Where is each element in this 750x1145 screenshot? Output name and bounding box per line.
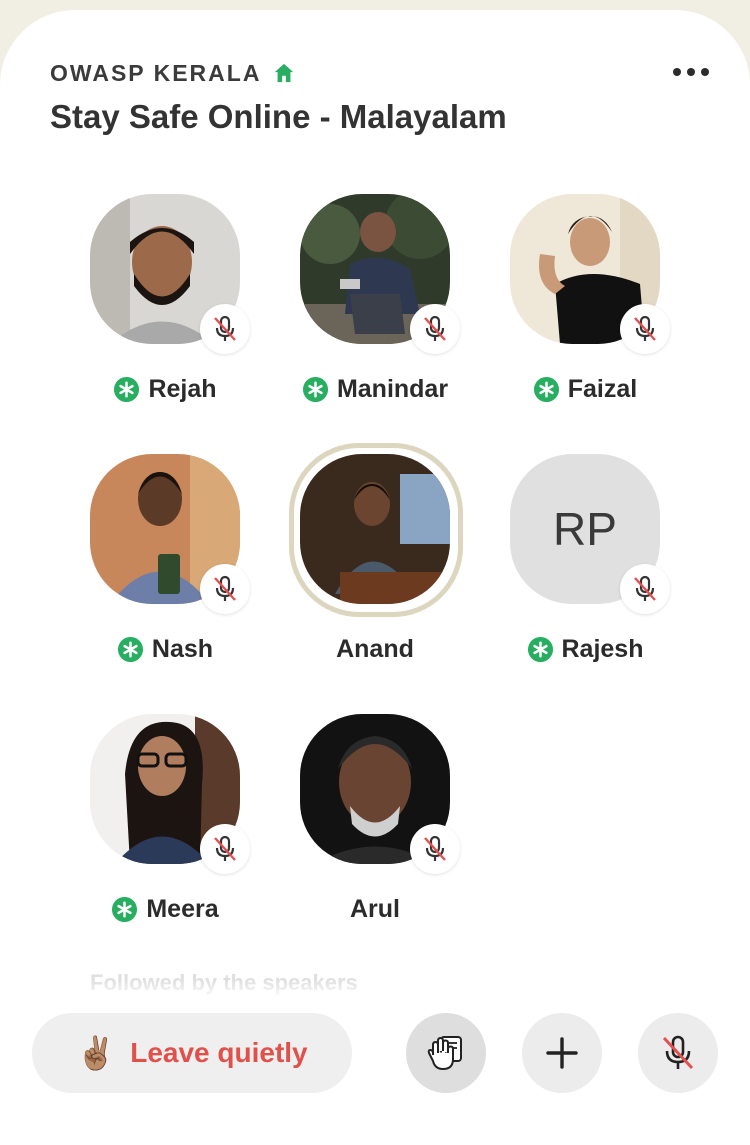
speaker-tile[interactable]: Nash — [60, 450, 270, 680]
club-header[interactable]: OWASP KERALA — [50, 58, 295, 88]
plus-icon — [546, 1037, 578, 1069]
speaker-tile[interactable]: Manindar — [270, 190, 480, 420]
muted-badge — [200, 564, 250, 614]
club-name[interactable]: OWASP KERALA — [50, 60, 261, 87]
mic-muted-icon — [634, 315, 656, 341]
speaker-name: Rejah — [148, 374, 217, 403]
speaker-tile[interactable]: Anand — [270, 443, 480, 680]
speaker-name: Manindar — [336, 374, 449, 403]
moderator-icon — [114, 376, 140, 402]
leave-quietly-button[interactable]: ✌🏽 Leave quietly — [32, 1013, 352, 1093]
speaker-name: Meera — [146, 894, 219, 923]
speaker-name: Anand — [336, 634, 414, 663]
mic-muted-icon — [662, 1035, 694, 1070]
add-button[interactable] — [522, 1013, 602, 1093]
muted-badge — [620, 304, 670, 354]
leave-quietly-label: Leave quietly — [130, 1037, 308, 1068]
speaker-tile[interactable]: Rejah — [60, 190, 270, 420]
moderator-icon — [302, 376, 328, 402]
avatar — [300, 454, 450, 604]
muted-badge — [410, 304, 460, 354]
speaker-tile[interactable]: RP Rajesh — [480, 450, 690, 680]
raise-hand-button[interactable] — [406, 1013, 486, 1093]
more-dot-icon — [687, 68, 695, 76]
speaker-name: Arul — [350, 894, 400, 923]
speaker-tile[interactable]: Meera — [60, 710, 270, 940]
speaker-tile[interactable]: Faizal — [480, 190, 690, 420]
moderator-icon — [117, 636, 143, 662]
speaker-name: Rajesh — [561, 634, 644, 663]
more-dot-icon — [701, 68, 709, 76]
muted-badge — [200, 824, 250, 874]
mic-muted-icon — [424, 835, 446, 861]
speaker-name: Faizal — [567, 374, 638, 403]
muted-badge — [620, 564, 670, 614]
more-options-button[interactable] — [666, 60, 716, 84]
moderator-icon — [527, 636, 553, 662]
raise-hand-icon — [427, 1036, 462, 1070]
speaker-name: Nash — [151, 634, 214, 663]
mic-muted-icon — [634, 575, 656, 601]
mic-muted-icon — [214, 575, 236, 601]
more-dot-icon — [673, 68, 681, 76]
home-icon — [275, 63, 294, 83]
room-title: Stay Safe Online - Malayalam — [50, 98, 507, 135]
mic-muted-icon — [214, 315, 236, 341]
muted-badge — [200, 304, 250, 354]
mic-toggle-button[interactable] — [638, 1013, 718, 1093]
room-sheet: OWASP KERALA Stay Safe Online - Malayala… — [0, 10, 750, 1145]
muted-badge — [410, 824, 460, 874]
moderator-icon — [533, 376, 559, 402]
mic-muted-icon — [214, 835, 236, 861]
mic-muted-icon — [424, 315, 446, 341]
moderator-icon — [112, 896, 138, 922]
peace-sign-icon: ✌🏽 — [76, 1035, 117, 1071]
speaker-tile[interactable]: Arul — [270, 710, 480, 940]
